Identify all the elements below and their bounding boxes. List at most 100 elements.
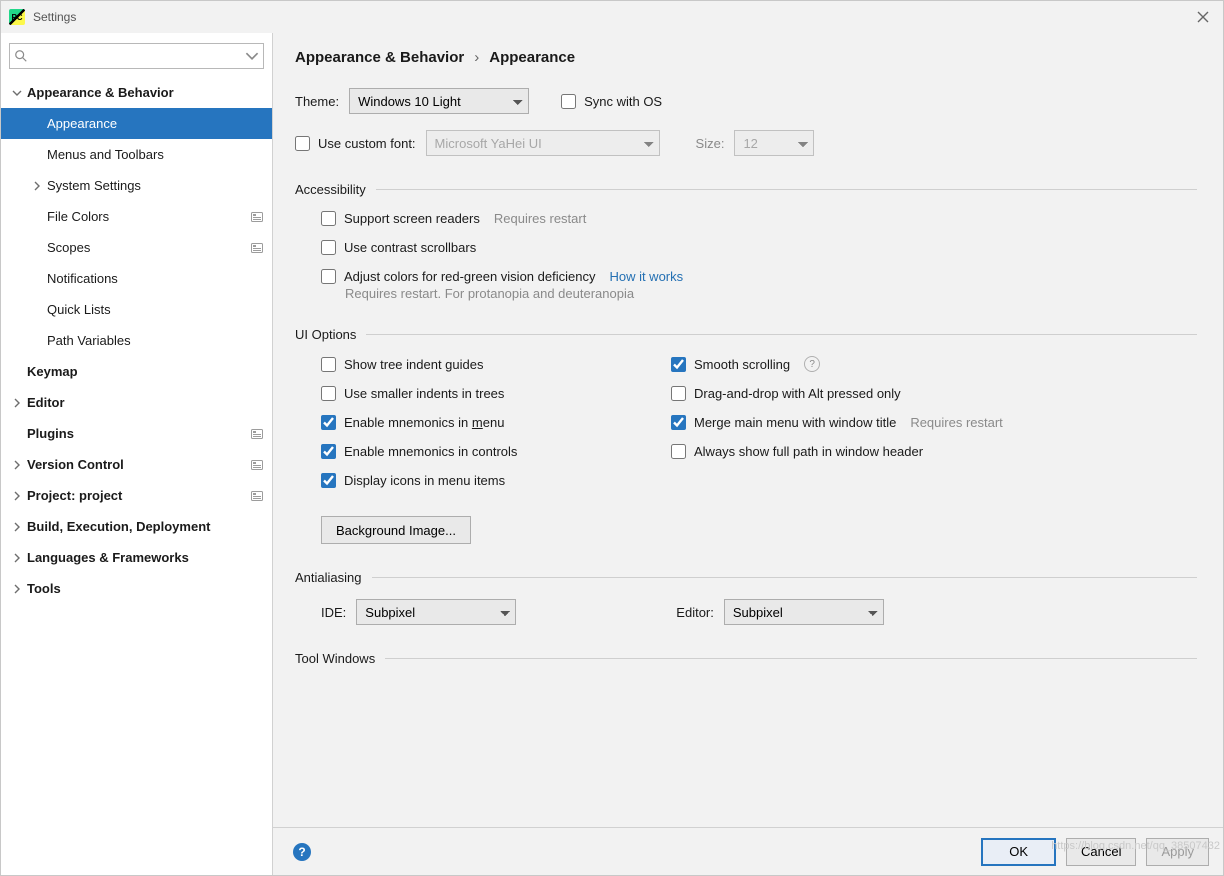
aa-editor-select[interactable]: Subpixel [724, 599, 884, 625]
tree-item-quick-lists[interactable]: Quick Lists [1, 294, 272, 325]
adjust-colors-checkbox[interactable]: Adjust colors for red-green vision defic… [321, 269, 595, 284]
merge_menu-input[interactable] [671, 415, 686, 430]
full_path-input[interactable] [671, 444, 686, 459]
aa-ide-select[interactable]: Subpixel [356, 599, 516, 625]
section-ui-options-label: UI Options [295, 327, 356, 342]
tree-item-keymap[interactable]: Keymap [1, 356, 272, 387]
adjust-colors-input[interactable] [321, 269, 336, 284]
tree-item-path-variables[interactable]: Path Variables [1, 325, 272, 356]
merge_menu-checkbox[interactable]: Merge main menu with window title [671, 415, 896, 430]
chevron-right-icon[interactable] [7, 398, 27, 408]
section-accessibility-label: Accessibility [295, 182, 366, 197]
project-scope-icon [250, 460, 264, 470]
small_indents-checkbox[interactable]: Use smaller indents in trees [321, 386, 504, 401]
breadcrumb: Appearance & Behavior › Appearance [295, 49, 1197, 66]
button-bar: ? OK Cancel Apply [273, 827, 1223, 875]
mnemonics_menu-input[interactable] [321, 415, 336, 430]
tree_indent-label: Show tree indent guides [344, 357, 483, 372]
icons_menu-input[interactable] [321, 473, 336, 488]
tree-item-label: Keymap [27, 364, 264, 379]
chevron-right-icon[interactable] [7, 584, 27, 594]
tree-item-version-control[interactable]: Version Control [1, 449, 272, 480]
tree-item-tools[interactable]: Tools [1, 573, 272, 604]
tree-item-plugins[interactable]: Plugins [1, 418, 272, 449]
tree_indent-input[interactable] [321, 357, 336, 372]
tree-item-notifications[interactable]: Notifications [1, 263, 272, 294]
tree-item-menus-and-toolbars[interactable]: Menus and Toolbars [1, 139, 272, 170]
tree-item-project-project[interactable]: Project: project [1, 480, 272, 511]
chevron-right-icon[interactable] [7, 460, 27, 470]
search-input[interactable] [28, 44, 245, 68]
screen-readers-input[interactable] [321, 211, 336, 226]
icons_menu-checkbox[interactable]: Display icons in menu items [321, 473, 505, 488]
use-custom-font-checkbox[interactable]: Use custom font: [295, 136, 416, 151]
smooth-checkbox[interactable]: Smooth scrolling [671, 357, 790, 372]
search-box[interactable] [9, 43, 264, 69]
tree-item-label: Menus and Toolbars [47, 147, 264, 162]
screen-readers-checkbox[interactable]: Support screen readers [321, 211, 480, 226]
tree-item-label: Appearance & Behavior [27, 85, 264, 100]
mnemonics_ctrl-input[interactable] [321, 444, 336, 459]
option-small_indents: Use smaller indents in trees [321, 386, 661, 401]
font-row: Use custom font: Microsoft YaHei UI Size… [295, 130, 1197, 156]
tree-item-appearance[interactable]: Appearance [1, 108, 272, 139]
help-icon[interactable]: ? [804, 356, 820, 372]
chevron-right-icon[interactable] [7, 491, 27, 501]
tree-item-label: Project: project [27, 488, 250, 503]
aa-ide-label: IDE: [321, 605, 346, 620]
dnd_alt-input[interactable] [671, 386, 686, 401]
chevron-right-icon: › [474, 49, 479, 66]
font-size-label: Size: [696, 136, 725, 151]
sync-os-input[interactable] [561, 94, 576, 109]
full_path-checkbox[interactable]: Always show full path in window header [671, 444, 923, 459]
close-button[interactable] [1189, 3, 1217, 31]
how-it-works-link[interactable]: How it works [609, 269, 683, 284]
tree-item-system-settings[interactable]: System Settings [1, 170, 272, 201]
ok-button[interactable]: OK [981, 838, 1056, 866]
font-size-select[interactable]: 12 [734, 130, 814, 156]
tree-item-scopes[interactable]: Scopes [1, 232, 272, 263]
smooth-input[interactable] [671, 357, 686, 372]
use-custom-font-label: Use custom font: [318, 136, 416, 151]
dnd_alt-checkbox[interactable]: Drag-and-drop with Alt pressed only [671, 386, 901, 401]
mnemonics_menu-checkbox[interactable]: Enable mnemonics in menu [321, 415, 504, 430]
theme-select[interactable]: Windows 10 Light [349, 88, 529, 114]
apply-button[interactable]: Apply [1146, 838, 1209, 866]
option-mnemonics_ctrl: Enable mnemonics in controls [321, 444, 661, 459]
chevron-right-icon[interactable] [7, 522, 27, 532]
theme-label: Theme: [295, 94, 339, 109]
use-custom-font-input[interactable] [295, 136, 310, 151]
tree-item-appearance-behavior[interactable]: Appearance & Behavior [1, 77, 272, 108]
tree-item-label: Scopes [47, 240, 250, 255]
tree-item-label: Notifications [47, 271, 264, 286]
chevron-right-icon[interactable] [7, 553, 27, 563]
window-title: Settings [33, 10, 76, 24]
theme-row: Theme: Windows 10 Light Sync with OS [295, 88, 1197, 114]
tree-item-file-colors[interactable]: File Colors [1, 201, 272, 232]
help-button[interactable]: ? [293, 843, 311, 861]
sync-os-checkbox[interactable]: Sync with OS [561, 94, 662, 109]
mnemonics_menu-label: Enable mnemonics in menu [344, 415, 504, 430]
ui-options-group: Show tree indent guides Smooth scrolling?… [295, 356, 1197, 544]
main-scroll[interactable]: Appearance & Behavior › Appearance Theme… [273, 33, 1223, 827]
chevron-right-icon[interactable] [27, 181, 47, 191]
contrast-scroll-input[interactable] [321, 240, 336, 255]
background-image-button[interactable]: Background Image... [321, 516, 471, 544]
tree-item-label: Quick Lists [47, 302, 264, 317]
accessibility-group: Support screen readers Requires restart … [295, 211, 1197, 301]
tree-item-build-execution-deployment[interactable]: Build, Execution, Deployment [1, 511, 272, 542]
full_path-label: Always show full path in window header [694, 444, 923, 459]
chevron-down-icon[interactable] [7, 88, 27, 98]
small_indents-input[interactable] [321, 386, 336, 401]
font-family-select[interactable]: Microsoft YaHei UI [426, 130, 660, 156]
mnemonics_ctrl-checkbox[interactable]: Enable mnemonics in controls [321, 444, 517, 459]
screen-readers-hint: Requires restart [494, 211, 586, 226]
main-panel: Appearance & Behavior › Appearance Theme… [273, 33, 1223, 875]
tree_indent-checkbox[interactable]: Show tree indent guides [321, 357, 483, 372]
cancel-button[interactable]: Cancel [1066, 838, 1136, 866]
tree-item-editor[interactable]: Editor [1, 387, 272, 418]
contrast-scroll-checkbox[interactable]: Use contrast scrollbars [321, 240, 476, 255]
project-scope-icon [250, 243, 264, 253]
tree-item-languages-frameworks[interactable]: Languages & Frameworks [1, 542, 272, 573]
settings-tree[interactable]: Appearance & Behavior Appearance Menus and… [1, 75, 272, 875]
